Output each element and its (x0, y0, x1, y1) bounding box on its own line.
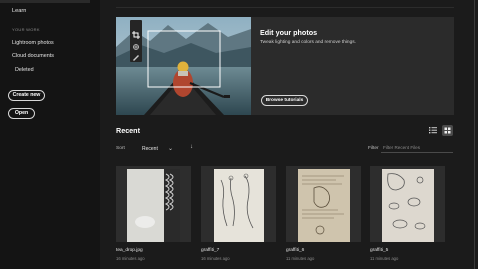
file-modified-time: 11 minutes ago (286, 256, 315, 261)
top-divider (116, 7, 454, 8)
create-new-button[interactable]: Create new (8, 90, 45, 101)
browse-tutorials-button[interactable]: Browse tutorials (261, 95, 308, 106)
file-name: tea_drop.jpg (116, 248, 143, 253)
sidebar-section-title: YOUR WORK (12, 27, 40, 32)
scrollbar-track[interactable] (474, 0, 475, 269)
chevron-down-icon[interactable]: ⌄ (168, 145, 173, 152)
file-thumbnail[interactable] (116, 166, 191, 242)
file-card[interactable]: graffiti_6 11 minutes ago (286, 166, 361, 261)
file-name: graffiti_6 (286, 248, 305, 253)
file-modified-time: 16 minutes ago (116, 256, 145, 261)
sidebar-item-deleted[interactable]: Deleted (15, 67, 34, 73)
open-button[interactable]: Open (8, 108, 35, 119)
recent-heading: Recent (116, 126, 140, 135)
file-name: graffiti_5 (370, 248, 389, 253)
crop-icon[interactable] (132, 31, 140, 39)
file-modified-time: 16 minutes ago (201, 256, 230, 261)
brush-icon[interactable] (132, 53, 140, 61)
banner-image (116, 17, 251, 115)
file-thumbnail[interactable] (370, 166, 445, 242)
sidebar-item-learn[interactable]: Learn (12, 8, 26, 14)
file-card[interactable]: tea_drop.jpg 16 minutes ago (116, 166, 191, 261)
file-modified-time: 11 minutes ago (370, 256, 399, 261)
sidebar-item-lightroom-photos[interactable]: Lightroom photos (12, 40, 54, 46)
list-view-icon[interactable] (428, 125, 438, 135)
sidebar-item-cloud-documents[interactable]: Cloud documents (12, 53, 54, 59)
sort-label: Sort (116, 146, 125, 151)
file-thumbnail[interactable] (201, 166, 276, 242)
heal-icon[interactable] (132, 43, 140, 51)
banner-title: Edit your photos (260, 28, 318, 37)
file-name: graffiti_7 (201, 248, 220, 253)
sidebar: Learn YOUR WORK Lightroom photos Cloud d… (0, 0, 100, 269)
file-thumbnail[interactable] (286, 166, 361, 242)
sidebar-top-divider (0, 0, 90, 3)
grid-view-icon[interactable] (442, 125, 453, 136)
sort-dropdown[interactable]: Recent (142, 146, 158, 152)
file-card[interactable]: graffiti_7 16 minutes ago (201, 166, 276, 261)
arrow-down-icon[interactable]: ↓ (190, 144, 193, 150)
filter-input[interactable] (381, 143, 453, 153)
file-card[interactable]: graffiti_5 11 minutes ago (370, 166, 445, 261)
edit-photos-banner: Edit your photos Tweak lighting and colo… (116, 17, 454, 115)
filter-label: Filter (368, 146, 379, 151)
banner-subtitle: Tweak lighting and colors and remove thi… (260, 40, 356, 45)
